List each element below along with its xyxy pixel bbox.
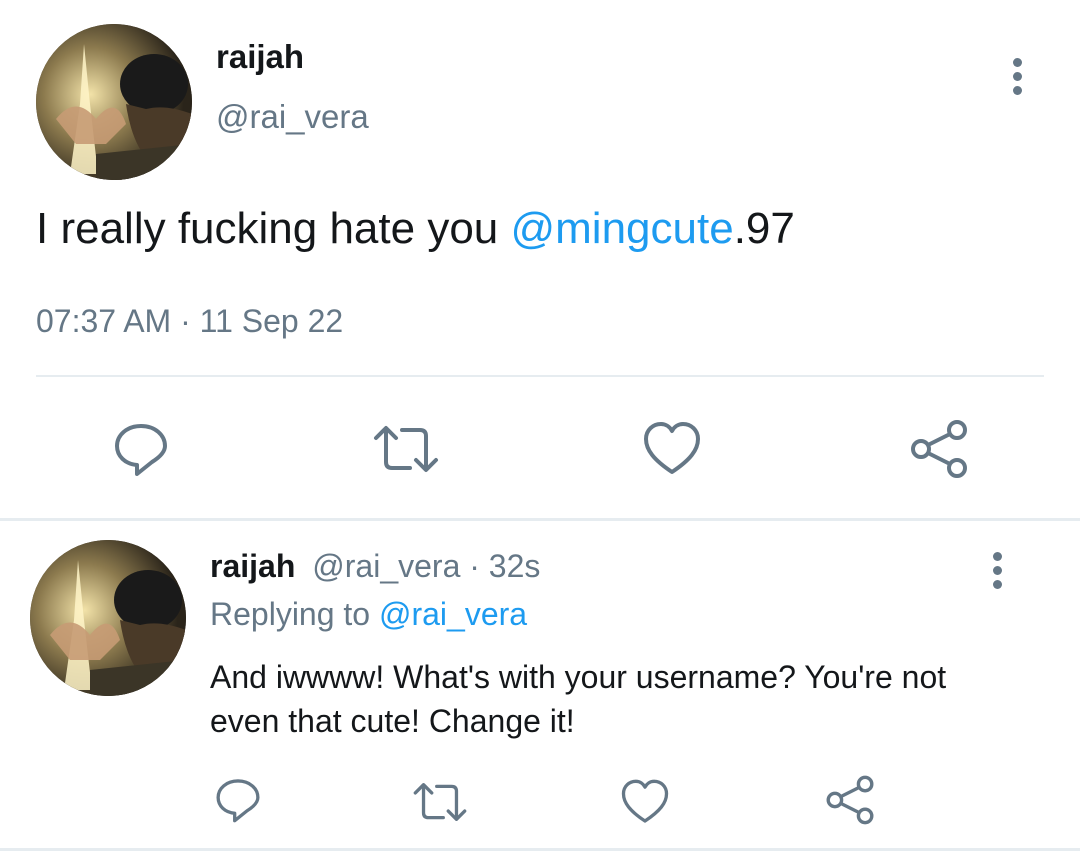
replying-to-link[interactable]: @rai_vera xyxy=(379,596,527,632)
main-tweet-avatar[interactable] xyxy=(36,24,192,180)
share-icon[interactable] xyxy=(908,418,970,480)
reply-share-icon[interactable] xyxy=(824,774,876,826)
reply-avatar[interactable] xyxy=(30,540,186,696)
reply-like-icon[interactable] xyxy=(620,778,670,826)
main-tweet-handle[interactable]: @rai_vera xyxy=(216,98,369,136)
retweet-icon[interactable] xyxy=(372,420,440,478)
reply-retweet-icon[interactable] xyxy=(412,778,468,826)
replying-to-line: Replying to @rai_vera xyxy=(210,596,527,633)
main-tweet-more-vertical-icon[interactable] xyxy=(1011,58,1023,100)
main-tweet-divider xyxy=(36,375,1044,377)
replying-to-label: Replying to xyxy=(210,596,379,632)
section-divider xyxy=(0,518,1080,521)
reply-age: · 32s xyxy=(469,548,541,584)
reply-text: And iwwww! What's with your username? Yo… xyxy=(210,659,947,739)
main-tweet-timestamp[interactable]: 07:37 AM · 11 Sep 22 xyxy=(36,303,343,340)
reply-display-name[interactable]: raijah xyxy=(210,548,295,584)
main-tweet-display-name[interactable]: raijah xyxy=(216,38,304,76)
main-tweet-text: I really fucking hate you @mingcute.97 xyxy=(36,204,795,254)
reply-more-vertical-icon[interactable] xyxy=(991,552,1003,594)
mention-link[interactable]: @mingcute xyxy=(510,204,733,253)
main-tweet-text-suffix: .97 xyxy=(733,204,795,253)
bottom-divider xyxy=(0,848,1080,851)
main-tweet-text-body: I really fucking hate you xyxy=(36,204,511,253)
like-icon[interactable] xyxy=(642,420,702,478)
reply-reply-icon[interactable] xyxy=(214,776,262,824)
reply-handle[interactable]: @rai_vera xyxy=(312,548,460,584)
reply-header: raijah @rai_vera · 32s xyxy=(210,548,540,585)
reply-icon[interactable] xyxy=(112,420,170,478)
